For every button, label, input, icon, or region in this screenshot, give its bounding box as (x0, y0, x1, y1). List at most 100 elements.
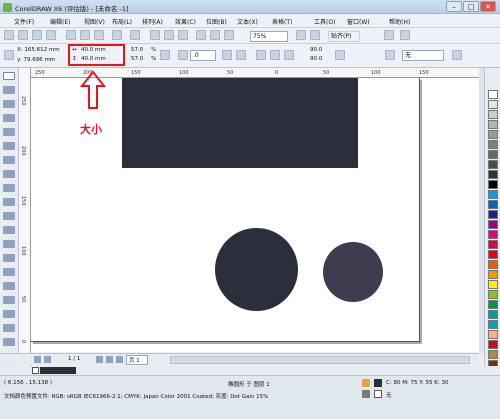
palette-swatch[interactable] (488, 90, 498, 99)
fill-color-swatch[interactable] (374, 379, 382, 387)
large-circle-shape[interactable] (215, 228, 298, 311)
small-circle-shape[interactable] (323, 242, 383, 302)
show-rulers-icon[interactable] (310, 30, 320, 40)
palette-swatch[interactable] (488, 100, 498, 109)
palette-swatch[interactable] (488, 180, 498, 189)
menu-arrange[interactable]: 排列(A) (142, 17, 163, 26)
palette-swatch[interactable] (488, 230, 498, 239)
export-icon[interactable] (178, 30, 188, 40)
ellipse-tool-icon[interactable] (3, 170, 15, 178)
options-icon[interactable] (384, 30, 394, 40)
menu-help[interactable]: 帮助(H) (389, 17, 410, 26)
freehand-tool-icon[interactable] (3, 128, 15, 136)
menu-file[interactable]: 文件(F) (14, 17, 34, 26)
palette-swatch[interactable] (488, 320, 498, 329)
palette-swatch[interactable] (488, 330, 498, 339)
rotation-angle-input[interactable]: .0 (190, 50, 216, 61)
text-tool-icon[interactable] (3, 212, 15, 220)
object-height[interactable]: 40.0 mm (81, 56, 106, 62)
dark-rectangle-shape[interactable] (122, 78, 358, 168)
menu-window[interactable]: 窗口(W) (347, 17, 370, 26)
horizontal-scrollbar[interactable] (170, 356, 470, 364)
zoom-tool-icon[interactable] (3, 114, 15, 122)
palette-swatch[interactable] (488, 170, 498, 179)
menu-bitmaps[interactable]: 位图(B) (206, 17, 227, 26)
new-document-icon[interactable] (4, 30, 14, 40)
print-icon[interactable] (46, 30, 56, 40)
interactive-fill-tool-icon[interactable] (3, 338, 15, 346)
pick-tool-icon[interactable] (3, 72, 15, 80)
palette-swatch[interactable] (488, 240, 498, 249)
transparency-tool-icon[interactable] (3, 282, 15, 290)
lock-ratio-icon[interactable] (160, 50, 170, 60)
undo-icon[interactable] (112, 30, 122, 40)
outline-width-select[interactable]: 无 (402, 50, 444, 61)
palette-swatch[interactable] (488, 340, 498, 349)
color-profile-info[interactable]: 文档颜色预置文件: RGB: sRGB IEC61966-2.1; CMYK: … (4, 392, 268, 400)
palette-swatch[interactable] (488, 220, 498, 229)
copy-icon[interactable] (80, 30, 90, 40)
mirror-vertical-icon[interactable] (236, 50, 246, 60)
y-position[interactable]: y: 79.696 mm (17, 57, 55, 63)
start-angle[interactable]: 90.0 (310, 47, 322, 53)
save-icon[interactable] (32, 30, 42, 40)
application-launcher-icon[interactable] (196, 30, 206, 40)
cut-icon[interactable] (66, 30, 76, 40)
palette-swatch[interactable] (488, 130, 498, 139)
basic-shapes-tool-icon[interactable] (3, 198, 15, 206)
end-angle[interactable]: 90.0 (310, 56, 322, 62)
maximize-button[interactable]: □ (463, 1, 479, 12)
palette-swatch[interactable] (488, 290, 498, 299)
crop-tool-icon[interactable] (3, 100, 15, 108)
first-page-icon[interactable] (34, 356, 41, 363)
minimize-button[interactable]: – (446, 1, 462, 12)
palette-swatch[interactable] (488, 190, 498, 199)
wrap-text-icon[interactable] (385, 50, 395, 60)
polygon-tool-icon[interactable] (3, 184, 15, 192)
palette-swatch[interactable] (488, 310, 498, 319)
eyedropper-tool-icon[interactable] (3, 296, 15, 304)
full-screen-icon[interactable] (296, 30, 306, 40)
table-tool-icon[interactable] (3, 226, 15, 234)
palette-swatch[interactable] (488, 160, 498, 169)
palette-swatch[interactable] (488, 200, 498, 209)
palette-swatch[interactable] (488, 300, 498, 309)
menu-tools[interactable]: 工具(O) (314, 17, 335, 26)
palette-swatch[interactable] (488, 270, 498, 279)
menu-table[interactable]: 表格(T) (272, 17, 292, 26)
last-page-icon[interactable] (106, 356, 113, 363)
convert-to-curves-icon[interactable] (452, 50, 462, 60)
direction-icon[interactable] (335, 50, 345, 60)
scale-height[interactable]: 57.0 (131, 56, 143, 62)
palette-swatch[interactable] (488, 120, 498, 129)
corel-connect-icon[interactable] (224, 30, 234, 40)
open-icon[interactable] (18, 30, 28, 40)
ellipse-mode-icon[interactable] (256, 50, 266, 60)
object-width[interactable]: 40.0 mm (81, 47, 106, 53)
no-color-icon[interactable] (32, 367, 39, 374)
palette-swatch[interactable] (488, 140, 498, 149)
menu-view[interactable]: 视图(V) (84, 17, 105, 26)
next-page-icon[interactable] (96, 356, 103, 363)
mirror-horizontal-icon[interactable] (222, 50, 232, 60)
connector-tool-icon[interactable] (3, 254, 15, 262)
x-position[interactable]: X: 165.612 mm (17, 47, 60, 53)
add-page-icon[interactable] (116, 356, 123, 363)
arc-mode-icon[interactable] (284, 50, 294, 60)
outline-none-icon[interactable] (374, 390, 382, 398)
scale-width[interactable]: 57.0 (131, 47, 143, 53)
palette-swatch[interactable] (488, 210, 498, 219)
import-icon[interactable] (164, 30, 174, 40)
palette-swatch[interactable] (488, 280, 498, 289)
pie-mode-icon[interactable] (270, 50, 280, 60)
tab-page-1[interactable]: 页 1 (126, 355, 148, 365)
smart-fill-tool-icon[interactable] (3, 142, 15, 150)
dimension-tool-icon[interactable] (3, 240, 15, 248)
palette-swatch[interactable] (488, 350, 498, 359)
shape-tool-icon[interactable] (3, 86, 15, 94)
palette-swatch[interactable] (488, 250, 498, 259)
palette-swatch[interactable] (488, 260, 498, 269)
menu-edit[interactable]: 编辑(E) (50, 17, 70, 26)
vertical-ruler[interactable]: 250 200 150 100 50 0 (19, 68, 31, 374)
fill-tool-icon[interactable] (3, 324, 15, 332)
